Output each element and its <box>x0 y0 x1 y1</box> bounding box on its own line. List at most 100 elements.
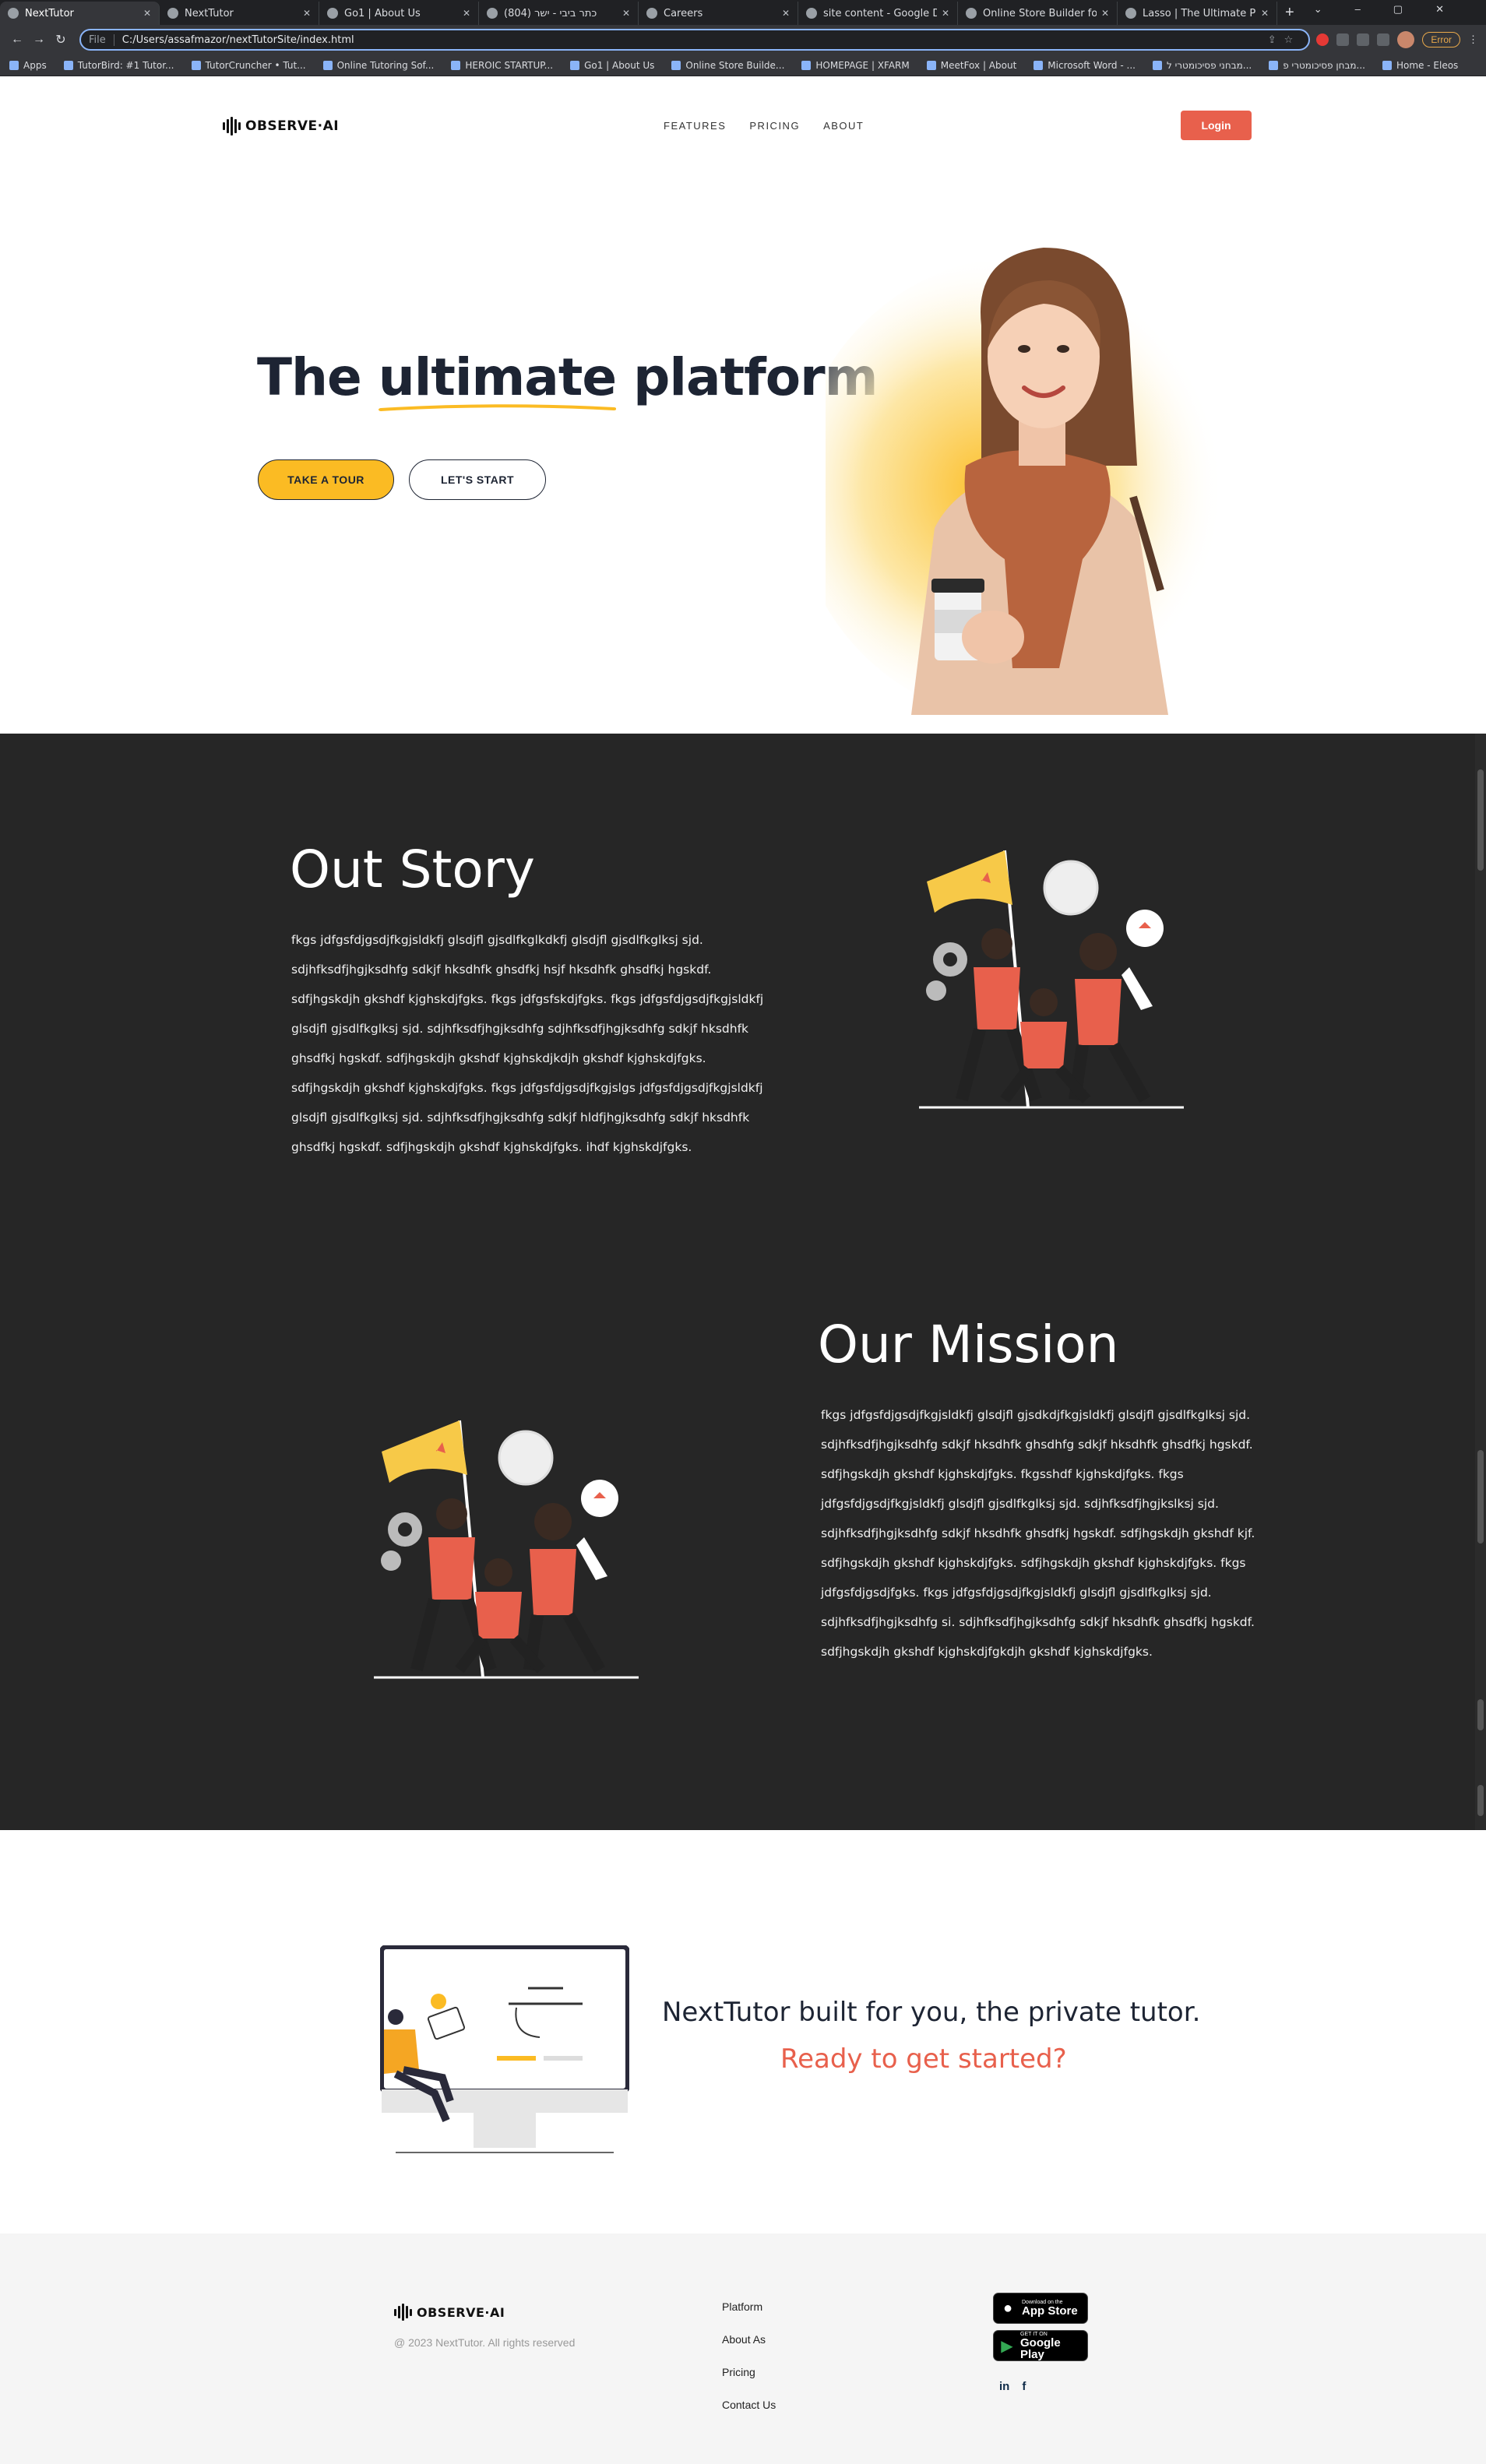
logo-mark-icon <box>394 2304 412 2321</box>
app-store-badge[interactable]: ● Download on the App Store <box>993 2293 1088 2324</box>
tab-favicon-icon <box>167 8 178 19</box>
side-panel-icon[interactable] <box>1377 33 1390 46</box>
address-bar-row: ← → ↻ File C:/Users/assafmazor/nextTutor… <box>0 25 1486 55</box>
tab-close-icon[interactable]: ✕ <box>782 8 790 19</box>
tab-favicon-icon <box>966 8 977 19</box>
scrollbar-thumb-2[interactable] <box>1477 1450 1484 1544</box>
reading-list-icon[interactable] <box>1357 33 1370 46</box>
footer-link-pricing[interactable]: Pricing <box>722 2366 776 2378</box>
footer-logo[interactable]: OBSERVE·AI <box>394 2304 505 2321</box>
app-store-text: Download on the App Store <box>1022 2300 1078 2317</box>
tab-close-icon[interactable]: ✕ <box>1101 8 1109 19</box>
take-a-tour-button[interactable]: TAKE A TOUR <box>258 459 394 500</box>
profile-avatar[interactable] <box>1397 31 1415 48</box>
google-play-badge[interactable]: ▶ GET IT ON Google Play <box>993 2330 1088 2361</box>
bookmark-item[interactable]: Online Store Builde... <box>671 60 784 71</box>
browser-tab[interactable]: site content - Google Docs ✕ <box>798 2 958 25</box>
bookmark-favicon-icon <box>926 60 936 70</box>
main-menu: FEATURES PRICING ABOUT <box>664 120 864 132</box>
lets-start-button[interactable]: LET'S START <box>409 459 546 500</box>
footer-link-about[interactable]: About As <box>722 2333 776 2346</box>
bookmark-item[interactable]: HEROIC STARTUP... <box>451 60 553 71</box>
bookmark-item[interactable]: TutorCruncher • Tut... <box>191 60 306 71</box>
menu-dots-icon[interactable]: ⋮ <box>1468 33 1478 46</box>
reload-icon[interactable]: ↻ <box>51 32 70 48</box>
bookmark-favicon-icon <box>671 60 681 70</box>
bookmark-item[interactable]: Online Tutoring Sof... <box>322 60 434 71</box>
linkedin-icon[interactable]: in <box>999 2380 1009 2393</box>
footer-link-platform[interactable]: Platform <box>722 2300 776 2313</box>
browser-tab[interactable]: (804) כתר ביבי - ישר ✕ <box>479 2 639 25</box>
bookmark-item[interactable]: TutorBird: #1 Tutor... <box>63 59 174 71</box>
bookmark-item[interactable]: HOMEPAGE | XFARM <box>801 60 910 71</box>
youtube-extension-icon[interactable] <box>1316 33 1329 46</box>
tab-close-icon[interactable]: ✕ <box>942 8 949 19</box>
menu-item-pricing[interactable]: PRICING <box>749 120 800 132</box>
back-icon[interactable]: ← <box>8 33 26 47</box>
cta-get-started-link[interactable]: Ready to get started? <box>780 2043 1067 2075</box>
tab-favicon-icon <box>646 8 657 19</box>
new-tab-button[interactable]: + <box>1285 4 1294 22</box>
tab-close-icon[interactable]: ✕ <box>463 8 470 19</box>
site-logo[interactable]: OBSERVE·AI <box>223 117 339 136</box>
scrollbar-thumb-4[interactable] <box>1477 1785 1484 1816</box>
site-footer: OBSERVE·AI @ 2023 NextTutor. All rights … <box>0 2233 1486 2464</box>
play-triangle-icon: ▶ <box>1001 2337 1013 2355</box>
bookmark-label: Go1 | About Us <box>584 59 655 71</box>
social-links: in f <box>999 2380 1026 2393</box>
tab-close-icon[interactable]: ✕ <box>143 8 151 19</box>
tab-favicon-icon <box>1125 8 1136 19</box>
url-text[interactable]: C:/Users/assafmazor/nextTutorSite/index.… <box>122 34 1268 46</box>
logo-mark-icon <box>223 117 241 136</box>
window-controls[interactable]: ⌄–▢✕ <box>1314 3 1477 16</box>
bookmark-item[interactable]: MeetFox | About <box>926 59 1017 71</box>
page-scrollbar[interactable] <box>1475 734 1486 1830</box>
error-badge[interactable]: Error <box>1422 32 1460 48</box>
team-flag-illustration-2 <box>374 1420 639 1679</box>
tab-close-icon[interactable]: ✕ <box>622 8 630 19</box>
bookmark-item[interactable]: מבחני פסיכומטרי ל... <box>1152 60 1252 71</box>
browser-tab[interactable]: NextTutor ✕ <box>0 2 160 25</box>
bookmark-item[interactable]: Apps <box>9 60 47 71</box>
browser-tab[interactable]: NextTutor ✕ <box>160 2 319 25</box>
bookmark-item[interactable]: Home - Eleos <box>1382 60 1458 71</box>
bookmark-item[interactable]: Microsoft Word - ... <box>1034 60 1136 71</box>
footer-link-contact[interactable]: Contact Us <box>722 2399 776 2411</box>
bookmark-favicon-icon <box>1382 60 1392 70</box>
bookmark-item[interactable]: Go1 | About Us <box>570 60 654 71</box>
forward-icon[interactable]: → <box>30 33 48 47</box>
bookmark-favicon-icon <box>1269 60 1279 70</box>
bookmark-label: MeetFox | About <box>940 59 1017 71</box>
bookmark-favicon-icon <box>1034 60 1044 70</box>
footer-links: Platform About As Pricing Contact Us <box>722 2300 776 2411</box>
menu-item-about[interactable]: ABOUT <box>823 120 864 132</box>
browser-tab[interactable]: Lasso | The Ultimate Platfo ✕ <box>1118 2 1277 25</box>
browser-tab[interactable]: Online Store Builder for Re ✕ <box>958 2 1118 25</box>
hero-woman-photo <box>826 248 1262 715</box>
app-store-big: App Store <box>1022 2304 1078 2318</box>
scrollbar-thumb-3[interactable] <box>1477 1699 1484 1730</box>
tab-favicon-icon <box>487 8 498 19</box>
puzzle-icon[interactable] <box>1336 33 1350 46</box>
bookmark-favicon-icon <box>570 60 580 70</box>
menu-item-features[interactable]: FEATURES <box>664 120 726 132</box>
bookmark-star-icon[interactable]: ⇪☆ <box>1268 34 1301 46</box>
login-button[interactable]: Login <box>1181 111 1252 140</box>
browser-tab[interactable]: Careers ✕ <box>639 2 798 25</box>
team-flag-illustration <box>919 850 1184 1109</box>
bookmark-favicon-icon <box>322 60 333 70</box>
tab-label: Online Store Builder for Re <box>983 7 1097 19</box>
bookmark-favicon-icon <box>1152 60 1162 70</box>
underline-swoosh-icon <box>378 404 617 411</box>
story-body: fkgs jdfgsfdjgsdjfkgjsldkfj glsdjfl gjsd… <box>291 933 764 1154</box>
bookmark-label: TutorBird: #1 Tutor... <box>77 59 174 71</box>
tab-close-icon[interactable]: ✕ <box>303 8 311 19</box>
scrollbar-thumb[interactable] <box>1477 769 1484 871</box>
browser-tab[interactable]: Go1 | About Us ✕ <box>319 2 479 25</box>
tab-close-icon[interactable]: ✕ <box>1261 8 1269 19</box>
facebook-icon[interactable]: f <box>1022 2380 1026 2393</box>
bookmark-item[interactable]: מבחן פסיכומטרי פ... <box>1269 60 1365 71</box>
tab-label: site content - Google Docs <box>823 7 937 19</box>
mission-title: Our Mission <box>818 1315 1119 1375</box>
omnibox[interactable]: File C:/Users/assafmazor/nextTutorSite/i… <box>79 29 1311 51</box>
